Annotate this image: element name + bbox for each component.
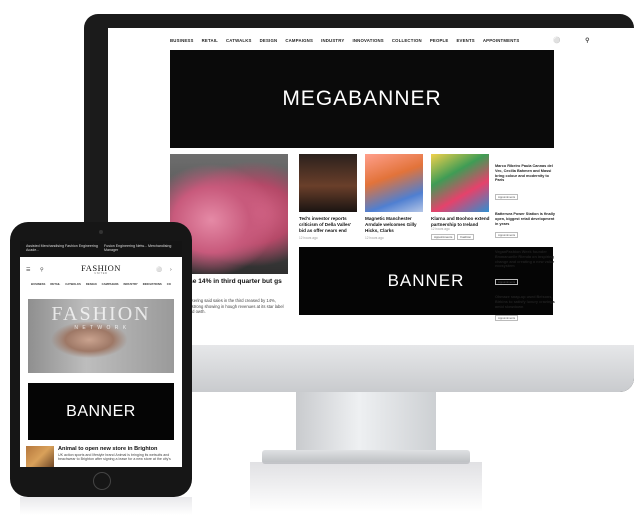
article-thumbnail[interactable] (26, 446, 54, 467)
card-timestamp: 12 hours ago (365, 236, 384, 240)
job-ad[interactable]: Fusion Engineering Netw... Merchandising… (104, 244, 180, 253)
imac-reflection (250, 462, 482, 512)
home-button[interactable] (93, 472, 111, 490)
card-timestamp: 12 hours ago (431, 227, 450, 231)
card-timestamp: 12 hours ago (299, 236, 318, 240)
search-icon[interactable]: ⚲ (585, 37, 590, 44)
nav-item-collection[interactable]: COLLECTION (392, 38, 422, 43)
banner-ad[interactable]: BANNER (28, 383, 174, 440)
desktop-nav: BUSINESS RETAIL CATWALKS DESIGN CAMPAIGN… (108, 34, 634, 46)
nav-item-catwalks[interactable]: CATWALKS (226, 38, 252, 43)
nav-item-business[interactable]: BUSINESS (170, 38, 194, 43)
sidebar-headline[interactable]: Marco Ribeiro Paula Cannas del Vec, Ceci… (495, 164, 555, 183)
hero-overlay-title: FASHION (51, 303, 151, 325)
tag-appointments[interactable]: Appointments (431, 234, 456, 240)
nav-item-innovations[interactable]: INNOVATIONS (352, 38, 383, 43)
card-title[interactable]: Klarna and Boohoo extend partnership to … (431, 216, 491, 228)
nav-item-campaigns[interactable]: CAMPAIGNS (102, 282, 119, 286)
nav-item-collection[interactable]: CO (167, 282, 171, 286)
nav-item-catwalks[interactable]: CATWALKS (65, 282, 81, 286)
sidebar-headline[interactable]: VeganFashion Week founder Emmanuelle Rie… (495, 250, 555, 269)
nav-item-industry[interactable]: INDUSTRY (321, 38, 344, 43)
nav-item-design[interactable]: DESIGN (86, 282, 97, 286)
sidebar-tag[interactable]: Appointments (495, 315, 519, 321)
article-excerpt: UK action sports and lifestyle brand Ani… (58, 453, 171, 462)
tag-fashion[interactable]: Fashion (457, 234, 475, 240)
nav-item-retail[interactable]: RETAIL (202, 38, 218, 43)
sidebar-tag[interactable]: Appointments (495, 279, 519, 285)
tablet-reflection (20, 497, 192, 515)
card-tags: Appointments Fashion (431, 234, 475, 240)
nav-item-industry[interactable]: INDUSTRY (124, 282, 138, 286)
nav-item-design[interactable]: DESIGN (260, 38, 278, 43)
nav-item-people[interactable]: PEOPLE (430, 38, 449, 43)
megabanner-ad[interactable]: MEGABANNER (170, 50, 554, 148)
nav-item-campaigns[interactable]: CAMPAIGNS (285, 38, 313, 43)
nav-item-business[interactable]: BUSINESS (31, 282, 45, 286)
card-title[interactable]: Ted's investor reports criticism of Dell… (299, 216, 359, 233)
sidebar-headline[interactable]: Battersea Power Station is finally open,… (495, 212, 555, 226)
card-image-models[interactable] (365, 154, 423, 212)
user-icon[interactable]: ⚪ (553, 37, 561, 44)
job-ad[interactable]: Assisted Merchandising Fashion Engineeri… (26, 244, 98, 253)
card-image-sneakers[interactable] (431, 154, 489, 212)
imac-stand (296, 392, 436, 456)
nav-item-events[interactable]: EVENTS (456, 38, 474, 43)
tablet-nav: BUSINESS RETAIL CATWALKS DESIGN CAMPAIGN… (20, 282, 182, 286)
hero-overlay-subtitle: N E T W O R K (74, 325, 128, 331)
card-image-shoes[interactable] (299, 154, 357, 212)
card-title[interactable]: Magnetic Manchester Arndale welcomes Gil… (365, 216, 425, 233)
sidebar-tag[interactable]: Appointments (495, 232, 519, 238)
nav-item-appointments[interactable]: APPOINTMENTS (483, 38, 520, 43)
sidebar-tag[interactable]: Appointments (495, 194, 519, 200)
camera-icon (99, 230, 103, 234)
job-ad-bar: Assisted Merchandising Fashion Engineeri… (20, 241, 182, 257)
chevron-icon[interactable]: › (170, 267, 172, 273)
nav-item-innovations[interactable]: INNOVATIONS (143, 282, 162, 286)
sidebar-headline[interactable]: Ohmaze snap-up used Beisons, Birkins to … (495, 295, 555, 309)
tablet-screen: Assisted Merchandising Fashion Engineeri… (20, 241, 182, 467)
article-title[interactable]: Animal to open new store in Brighton (58, 446, 178, 452)
user-icon[interactable]: ⚪ (156, 267, 162, 273)
nav-item-retail[interactable]: RETAIL (50, 282, 60, 286)
